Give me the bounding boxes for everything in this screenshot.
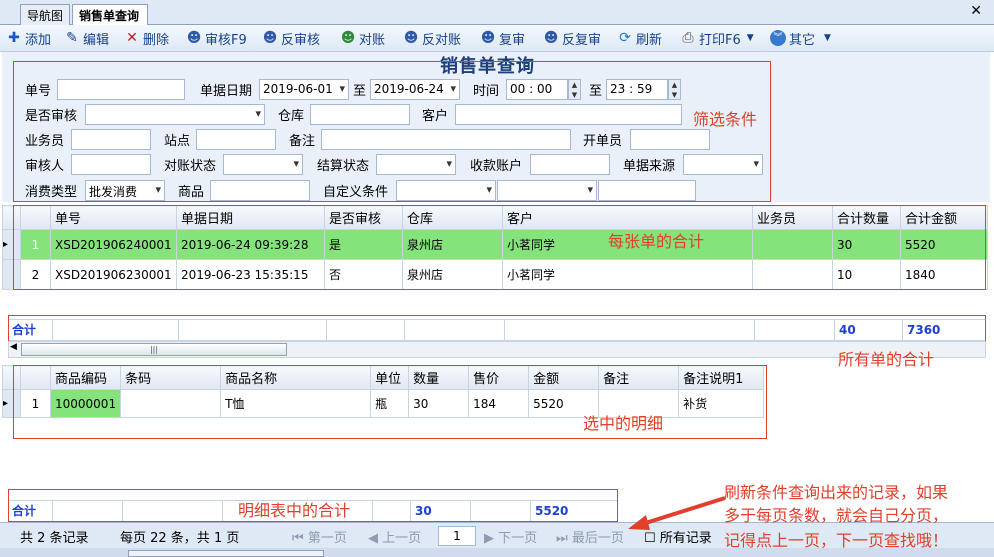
annotation-arrow-head xyxy=(628,515,650,530)
pager-note-line3: 记得点上一页，下一页查找哦！ xyxy=(724,531,949,550)
add-button[interactable]: ✚ 添加 xyxy=(6,28,51,48)
user-remove-icon: ☻ xyxy=(403,30,419,46)
reconcile-button[interactable]: ☻ 对账 xyxy=(340,28,385,48)
scroll-left-icon[interactable]: ◀ xyxy=(10,342,17,352)
first-page-label: 第一页 xyxy=(307,531,347,546)
pager-note-line2: 多于每页条数，就会自己分页， xyxy=(724,506,949,525)
tab-bar: 导航图 销售单查询 ✕ xyxy=(0,0,994,26)
unreview-label: 反复审 xyxy=(562,32,602,48)
prev-page-label: 上一页 xyxy=(382,531,422,546)
close-icon[interactable]: ✕ xyxy=(970,3,982,19)
edit-button[interactable]: ✎ 编辑 xyxy=(64,28,109,48)
unaudit-label: 反审核 xyxy=(281,32,321,48)
chevron-down-icon: ▼ xyxy=(746,33,754,43)
delete-x-icon: ✕ xyxy=(126,30,138,46)
first-page-button[interactable]: ⏮ 第一页 xyxy=(292,527,347,546)
audit-button[interactable]: ☻ 审核F9 xyxy=(186,28,247,48)
last-page-icon: ⏭ xyxy=(556,531,568,546)
unreconcile-button[interactable]: ☻ 反对账 xyxy=(403,28,461,48)
print-label: 打印F6 xyxy=(699,32,741,48)
double-chevron-down-icon: ︾ xyxy=(770,30,786,46)
review-label: 复审 xyxy=(499,32,526,48)
all-total-highlight-box xyxy=(8,315,986,343)
pager-note-line1: 刷新条件查询出来的记录，如果 xyxy=(724,483,949,502)
tab-navigation[interactable]: 导航图 xyxy=(20,4,70,25)
unreconcile-label: 反对账 xyxy=(422,32,462,48)
review-button[interactable]: ☻ 复审 xyxy=(480,28,525,48)
per-order-total-annotation: 每张单的合计 xyxy=(608,232,705,251)
refresh-icon: ⟳ xyxy=(619,30,631,46)
unreview-button[interactable]: ☻ 反复审 xyxy=(543,28,601,48)
page-info: 每页 22 条，共 1 页 xyxy=(120,531,240,546)
pen-icon: ✎ xyxy=(66,30,78,46)
plus-icon: ✚ xyxy=(8,30,20,46)
filter-highlight-box xyxy=(13,61,771,202)
edit-label: 编辑 xyxy=(83,32,110,48)
next-page-icon: ▶ xyxy=(484,531,494,546)
user-icon: ☻ xyxy=(480,30,496,46)
scrollbar-thumb[interactable]: ||| xyxy=(21,343,287,356)
prev-page-icon: ◀ xyxy=(368,531,378,546)
next-page-button[interactable]: ▶ 下一页 xyxy=(484,527,537,546)
detail-total-annotation: 明细表中的合计 xyxy=(238,501,351,520)
next-page-label: 下一页 xyxy=(498,531,538,546)
user-check-icon: ☻ xyxy=(340,30,356,46)
other-button[interactable]: ︾ 其它 ▼ xyxy=(770,28,831,48)
print-button[interactable]: ⎙ 打印F6 ▼ xyxy=(680,28,754,48)
status-strip-panel xyxy=(128,550,324,557)
delete-button[interactable]: ✕ 删除 xyxy=(124,28,169,48)
reconcile-label: 对账 xyxy=(359,32,386,48)
toolbar: ✚ 添加 ✎ 编辑 ✕ 删除 ☻ 审核F9 ☻ 反审核 ☻ 对账 ☻ 反对账 ☻ 复审 ☻ 反复审… xyxy=(0,25,994,52)
audit-label: 审核F9 xyxy=(205,32,247,48)
chevron-down-icon: ▼ xyxy=(824,33,831,43)
tab-sales-query[interactable]: 销售单查询 xyxy=(72,4,148,26)
prev-page-button[interactable]: ◀ 上一页 xyxy=(368,527,421,546)
page-number-input[interactable]: 1 xyxy=(438,526,476,546)
selected-detail-annotation: 选中的明细 xyxy=(583,414,664,433)
add-label: 添加 xyxy=(25,32,52,48)
user-icon: ☻ xyxy=(186,30,202,46)
printer-icon: ⎙ xyxy=(682,30,694,46)
user-remove-icon: ☻ xyxy=(543,30,559,46)
first-page-icon: ⏮ xyxy=(292,531,304,546)
all-total-annotation: 所有单的合计 xyxy=(838,350,935,369)
delete-label: 删除 xyxy=(143,32,170,48)
unaudit-button[interactable]: ☻ 反审核 xyxy=(262,28,320,48)
filter-annotation: 筛选条件 xyxy=(693,110,758,129)
annotation-arrow-line xyxy=(635,496,726,528)
user-remove-icon: ☻ xyxy=(262,30,278,46)
refresh-button[interactable]: ⟳ 刷新 xyxy=(617,28,662,48)
refresh-label: 刷新 xyxy=(636,32,663,48)
other-label: 其它 xyxy=(789,32,816,48)
record-count: 共 2 条记录 xyxy=(20,531,89,546)
orders-highlight-box xyxy=(13,205,986,290)
